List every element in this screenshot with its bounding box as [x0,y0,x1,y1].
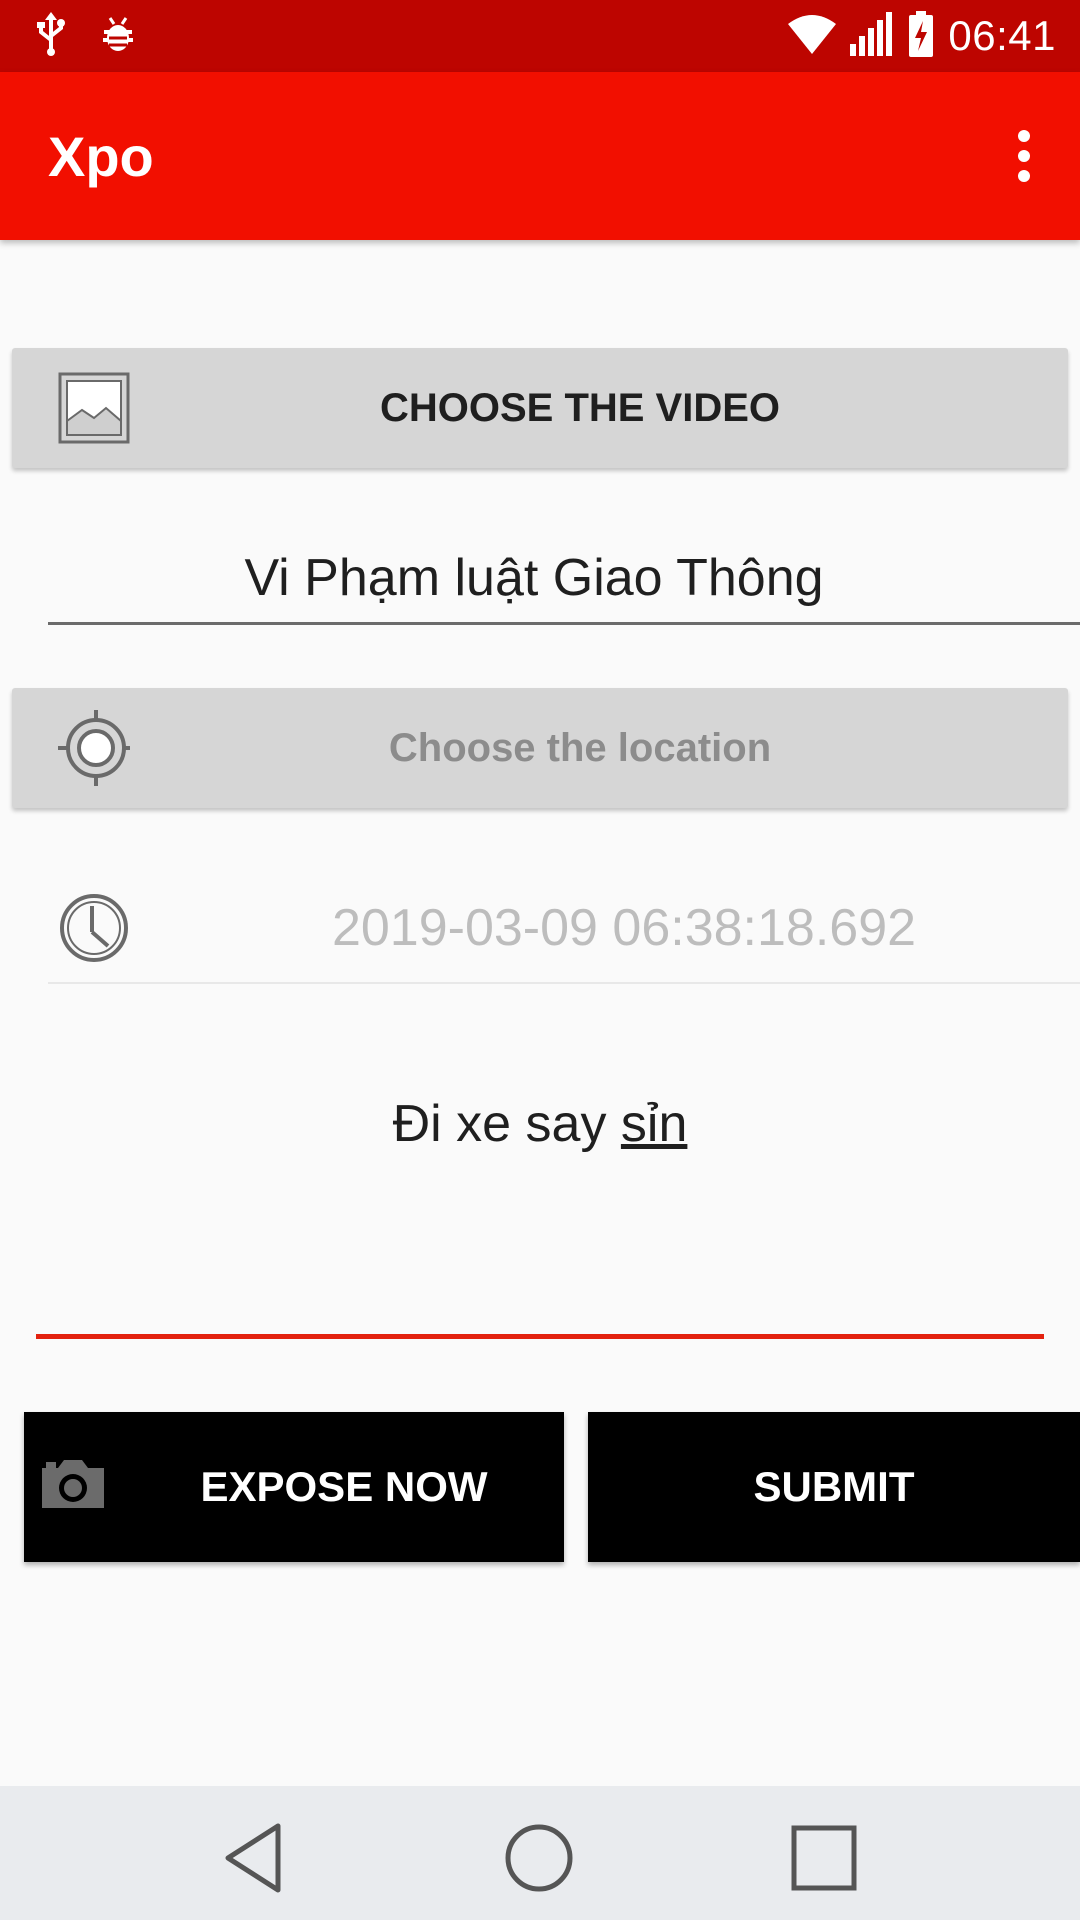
recents-button[interactable] [782,1816,866,1900]
app-bar: Xpo [0,72,1080,240]
battery-charging-icon [908,10,934,62]
expose-now-button[interactable]: EXPOSE NOW [24,1412,564,1562]
choose-location-label: Choose the location [388,725,772,770]
datetime-value: 2019-03-09 06:38:18.692 [331,899,917,957]
camera-icon [42,1460,104,1508]
clock-icon [60,894,128,962]
description-text: Đi xe say sỉn [36,1094,1044,1154]
back-button[interactable] [212,1816,296,1900]
choose-location-button[interactable]: Choose the location [12,688,1068,808]
home-button[interactable] [497,1816,581,1900]
bug-icon [100,14,136,59]
status-bar: 06:41 [0,0,1080,72]
submit-button[interactable]: SUBMIT [588,1412,1080,1562]
recents-icon [791,1825,857,1891]
datetime-field[interactable]: 2019-03-09 06:38:18.692 [48,880,1080,984]
back-icon [225,1823,281,1893]
choose-video-label: CHOOSE THE VIDEO [379,385,781,430]
wifi-icon [788,14,837,59]
expose-now-label: EXPOSE NOW [200,1463,488,1510]
signal-icon [850,11,894,61]
title-input[interactable]: Vi Phạm luật Giao Thông [48,540,1080,625]
submit-label: SUBMIT [753,1463,915,1510]
app-title: Xpo [48,125,154,188]
description-value: Đi xe say [392,1095,621,1153]
description-value-misspelled: sỉn [620,1095,688,1153]
status-right-icons: 06:41 [788,8,1056,64]
description-input[interactable]: Đi xe say sỉn [36,1080,1044,1339]
home-icon [505,1824,573,1892]
navigation-bar [0,1786,1080,1920]
more-vert-icon [1018,130,1030,182]
usb-icon [34,12,68,61]
title-input-value: Vi Phạm luật Giao Thông [244,549,824,607]
more-options-button[interactable] [1004,124,1044,188]
status-left-icons [34,12,136,61]
status-time: 06:41 [948,12,1056,59]
choose-video-button[interactable]: CHOOSE THE VIDEO [12,348,1068,468]
